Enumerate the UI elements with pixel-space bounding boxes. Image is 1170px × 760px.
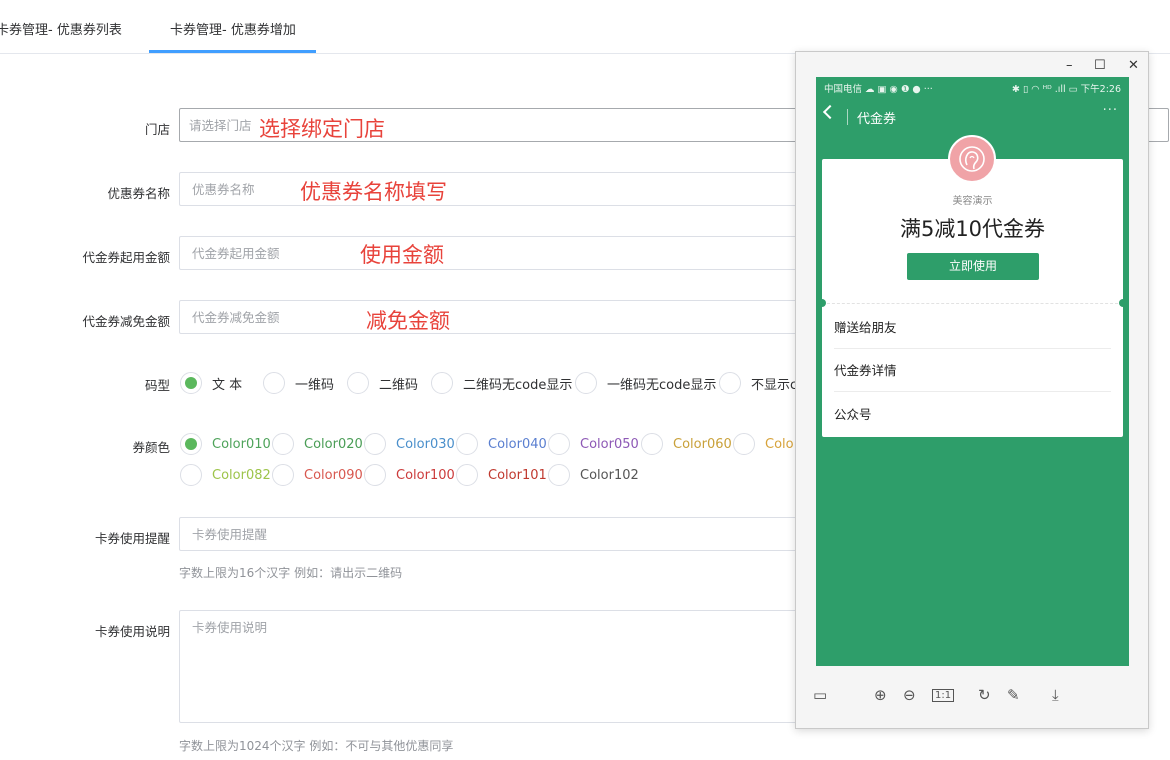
tab-bar: 卡券管理- 优惠券列表 卡券管理- 优惠券增加 bbox=[0, 0, 1170, 54]
coupon-name-placeholder: 优惠券名称 bbox=[192, 182, 255, 197]
coupon-title: 满5减10代金券 bbox=[899, 217, 1046, 241]
reduce-amount-input[interactable]: 代金券减免金额 bbox=[179, 300, 819, 334]
code-type-text[interactable]: 文 本 bbox=[180, 371, 242, 395]
color-option[interactable]: Color040 bbox=[456, 432, 547, 456]
zoom-out-icon[interactable]: ⊖ bbox=[903, 686, 916, 704]
radio-icon bbox=[575, 372, 597, 394]
radio-icon bbox=[431, 372, 453, 394]
description-textarea[interactable]: 卡券使用说明 bbox=[179, 610, 819, 723]
reminder-input[interactable]: 卡券使用提醒 bbox=[179, 517, 819, 551]
preview-toolbar: ▭ ⊕ ⊖ 1:1 ↻ ✎ ⤓ bbox=[796, 680, 1150, 716]
card-notch-right bbox=[1119, 299, 1127, 307]
preview-window: – ☐ ✕ 中国电信 ☁ ▣ ◉ ❶ ● ··· ✱ ▯ ◠ ᴴᴰ .ıll ▭… bbox=[795, 51, 1149, 729]
use-now-button[interactable]: 立即使用 bbox=[907, 253, 1039, 280]
coupon-name-label: 优惠券名称 bbox=[107, 186, 170, 201]
code-type-label: 码型 bbox=[144, 378, 170, 393]
code-type-barcode[interactable]: 一维码 bbox=[263, 371, 334, 395]
card-divider bbox=[822, 303, 1123, 304]
zoom-in-icon[interactable]: ⊕ bbox=[874, 686, 887, 704]
radio-icon bbox=[719, 372, 741, 394]
reminder-label: 卡券使用提醒 bbox=[94, 531, 170, 546]
min-amount-annotation: 使用金额 bbox=[360, 243, 444, 267]
card-notch-left bbox=[818, 299, 826, 307]
radio-icon bbox=[548, 433, 570, 455]
radio-icon bbox=[456, 464, 478, 486]
radio-icon bbox=[548, 464, 570, 486]
radio-icon bbox=[641, 433, 663, 455]
code-type-qrcode-nocode[interactable]: 二维码无code显示 bbox=[431, 371, 572, 395]
status-left: 中国电信 ☁ ▣ ◉ ❶ ● ··· bbox=[824, 84, 933, 95]
phone-navbar: 代金券 ··· bbox=[816, 101, 1129, 131]
phone-screen: 中国电信 ☁ ▣ ◉ ❶ ● ··· ✱ ▯ ◠ ᴴᴰ .ıll ▭ 下午2:2… bbox=[816, 77, 1129, 666]
radio-icon bbox=[347, 372, 369, 394]
color-option[interactable]: Color010 bbox=[180, 432, 271, 456]
reminder-hint: 字数上限为16个汉字 例如：请出示二维码 bbox=[179, 566, 403, 580]
nav-separator bbox=[847, 109, 848, 125]
radio-icon bbox=[364, 464, 386, 486]
min-amount-placeholder: 代金券起用金额 bbox=[192, 246, 280, 261]
store-placeholder: 请选择门店 bbox=[189, 118, 252, 133]
description-label: 卡券使用说明 bbox=[94, 624, 170, 639]
color-option[interactable]: Color050 bbox=[548, 432, 639, 456]
tab-coupon-list[interactable]: 卡券管理- 优惠券列表 bbox=[0, 0, 122, 53]
reduce-amount-placeholder: 代金券减免金额 bbox=[192, 310, 280, 325]
coupon-name-annotation: 优惠券名称填写 bbox=[300, 180, 447, 204]
radio-icon bbox=[272, 433, 294, 455]
min-amount-input[interactable]: 代金券起用金额 bbox=[179, 236, 819, 270]
minimize-button[interactable]: – bbox=[1066, 58, 1073, 73]
status-right: ✱ ▯ ◠ ᴴᴰ .ıll ▭ 下午2:26 bbox=[1012, 84, 1121, 95]
reduce-amount-label: 代金券减免金额 bbox=[82, 314, 170, 329]
color-option[interactable]: Color100 bbox=[364, 463, 455, 487]
coupon-card: 美容演示 满5减10代金券 立即使用 赠送给朋友 代金券详情 公众号 bbox=[818, 159, 1127, 437]
color-option[interactable]: Color030 bbox=[364, 432, 455, 456]
radio-icon bbox=[263, 372, 285, 394]
color-option[interactable]: Color082 bbox=[180, 463, 271, 487]
code-type-none[interactable]: 不显示c bbox=[719, 371, 797, 395]
edit-icon[interactable]: ✎ bbox=[1007, 686, 1020, 704]
list-item[interactable]: 赠送给朋友 bbox=[834, 306, 1111, 349]
radio-icon bbox=[456, 433, 478, 455]
close-button[interactable]: ✕ bbox=[1128, 58, 1139, 73]
color-option[interactable]: Color102 bbox=[548, 463, 639, 487]
tab-coupon-add[interactable]: 卡券管理- 优惠券增加 bbox=[170, 0, 296, 53]
radio-selected-icon bbox=[180, 433, 202, 455]
coupon-name-input[interactable]: 优惠券名称 bbox=[179, 172, 819, 206]
list-item[interactable]: 代金券详情 bbox=[834, 349, 1111, 392]
list-item[interactable]: 公众号 bbox=[834, 393, 1111, 436]
store-annotation: 选择绑定门店 bbox=[259, 117, 385, 141]
radio-icon bbox=[364, 433, 386, 455]
radio-icon bbox=[733, 433, 755, 455]
thumbnail-icon[interactable]: ▭ bbox=[813, 686, 827, 704]
description-hint: 字数上限为1024个汉字 例如：不可与其他优惠同享 bbox=[179, 739, 454, 753]
woman-face-icon bbox=[959, 146, 985, 172]
reminder-placeholder: 卡券使用提醒 bbox=[192, 527, 268, 542]
brand-name: 美容演示 bbox=[952, 196, 993, 207]
maximize-button[interactable]: ☐ bbox=[1094, 58, 1106, 73]
color-option[interactable]: Color060 bbox=[641, 432, 732, 456]
rotate-icon[interactable]: ↻ bbox=[978, 686, 991, 704]
nav-title: 代金券 bbox=[857, 112, 897, 127]
radio-selected-icon bbox=[180, 372, 202, 394]
code-type-barcode-nocode[interactable]: 一维码无code显示 bbox=[575, 371, 716, 395]
color-option[interactable]: Colo bbox=[733, 432, 794, 456]
status-bar: 中国电信 ☁ ▣ ◉ ❶ ● ··· ✱ ▯ ◠ ᴴᴰ .ıll ▭ 下午2:2… bbox=[816, 77, 1129, 97]
min-amount-label: 代金券起用金额 bbox=[82, 250, 170, 265]
color-option[interactable]: Color020 bbox=[272, 432, 363, 456]
description-placeholder: 卡券使用说明 bbox=[192, 620, 268, 635]
actual-size-icon[interactable]: 1:1 bbox=[932, 689, 955, 702]
download-icon[interactable]: ⤓ bbox=[1052, 686, 1059, 704]
radio-icon bbox=[272, 464, 294, 486]
color-label: 券颜色 bbox=[132, 440, 170, 455]
code-type-qrcode[interactable]: 二维码 bbox=[347, 371, 418, 395]
reduce-amount-annotation: 减免金额 bbox=[366, 309, 450, 333]
color-option[interactable]: Color101 bbox=[456, 463, 547, 487]
active-tab-indicator bbox=[149, 50, 316, 53]
more-icon[interactable]: ··· bbox=[1103, 103, 1118, 118]
store-label: 门店 bbox=[144, 122, 170, 137]
coupon-add-page: 卡券管理- 优惠券列表 卡券管理- 优惠券增加 门店 请选择门店 选择绑定门店 … bbox=[0, 0, 1170, 760]
radio-icon bbox=[180, 464, 202, 486]
brand-avatar bbox=[948, 135, 996, 183]
color-option[interactable]: Color090 bbox=[272, 463, 363, 487]
back-icon[interactable] bbox=[822, 104, 838, 120]
